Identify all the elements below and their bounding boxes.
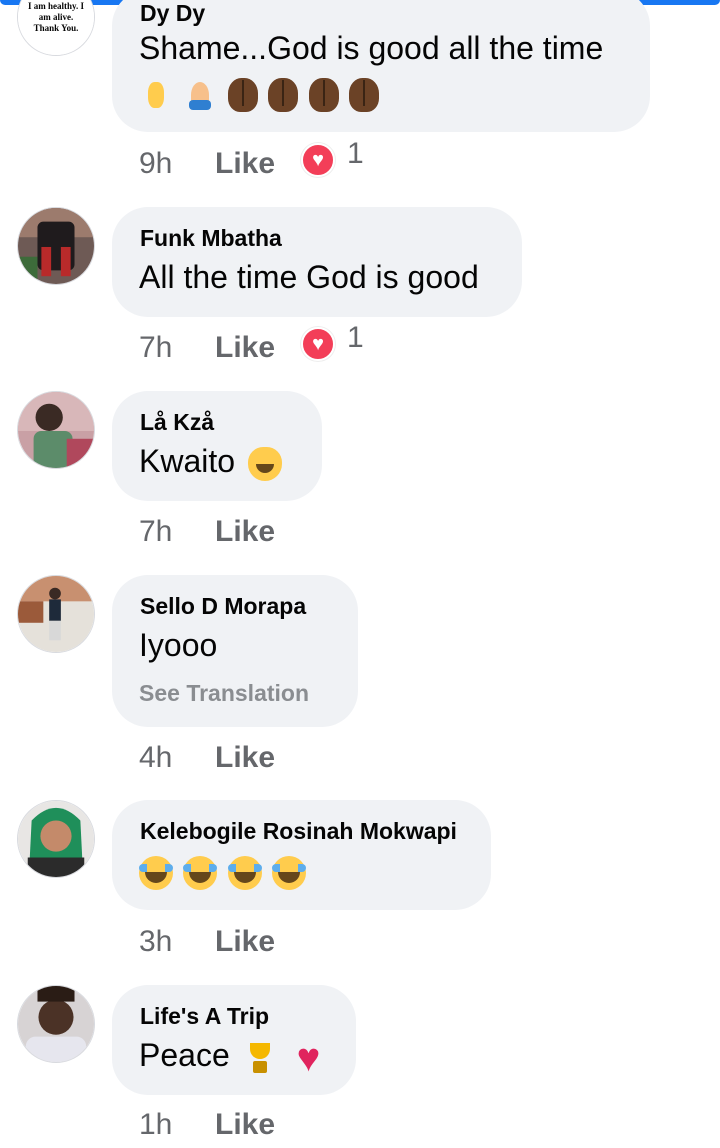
like-button[interactable]: Like xyxy=(215,331,275,365)
comment-time[interactable]: 7h xyxy=(139,331,172,365)
comment-bubble[interactable]: Dy Dy Shame...God is good all the time xyxy=(112,0,650,132)
comment-text: All the time God is good xyxy=(139,259,479,295)
clapping-hands-icon xyxy=(227,78,258,112)
comment-bubble[interactable]: Lå Kzå Kwaito xyxy=(112,391,322,501)
avatar-caption: I am healthy. I am alive. Thank You. xyxy=(27,1,84,33)
folded-hands-icon xyxy=(183,78,217,112)
avatar-image xyxy=(18,392,94,468)
like-button[interactable]: Like xyxy=(215,1108,275,1142)
comment-author[interactable]: Lå Kzå xyxy=(140,409,214,436)
comment-author[interactable]: Life's A Trip xyxy=(140,1003,269,1030)
avatar[interactable] xyxy=(17,575,95,653)
like-button[interactable]: Like xyxy=(215,515,275,549)
loudly-crying-icon xyxy=(272,856,307,890)
reaction-count: 1 xyxy=(347,137,364,170)
see-translation-link[interactable]: See Translation xyxy=(139,680,309,707)
avatar-image xyxy=(18,208,94,284)
avatar-image xyxy=(18,986,94,1062)
comment-bubble[interactable]: Sello D Morapa Iyooo See Translation xyxy=(112,575,358,727)
avatar-image xyxy=(18,801,94,877)
comment-author[interactable]: Dy Dy xyxy=(140,0,205,27)
avatar[interactable] xyxy=(17,985,95,1063)
cat-tears-of-joy-icon xyxy=(247,446,282,481)
comment-time[interactable]: 7h xyxy=(139,515,172,549)
avatar[interactable] xyxy=(17,207,95,285)
tears-of-joy-icon xyxy=(227,856,262,890)
comment-bubble[interactable]: Funk Mbatha All the time God is good xyxy=(112,207,522,317)
comment-time[interactable]: 1h xyxy=(139,1108,172,1142)
like-button[interactable]: Like xyxy=(215,147,275,181)
red-heart-icon: ♥ xyxy=(296,1035,321,1080)
love-icon xyxy=(301,327,335,361)
comment-text: Shame...God is good all the time xyxy=(139,30,604,66)
comment-bubble[interactable]: Kelebogile Rosinah Mokwapi xyxy=(112,800,491,910)
avatar[interactable] xyxy=(17,391,95,469)
comment-time[interactable]: 9h xyxy=(139,147,172,181)
comment-text: Peace ♥ xyxy=(139,1035,332,1080)
comment-bubble[interactable]: Life's A Trip Peace ♥ xyxy=(112,985,356,1095)
clapping-hands-icon xyxy=(308,78,339,112)
comment-text-content: Kwaito xyxy=(139,443,236,479)
clapping-hands-icon xyxy=(268,78,299,112)
comment-time[interactable]: 3h xyxy=(139,925,172,959)
love-icon xyxy=(301,143,335,177)
tears-of-joy-icon xyxy=(139,856,173,890)
trophy-icon xyxy=(243,1041,277,1075)
comment-author[interactable]: Sello D Morapa xyxy=(140,593,306,620)
like-button[interactable]: Like xyxy=(215,741,275,775)
avatar[interactable] xyxy=(17,800,95,878)
clapping-hands-icon xyxy=(349,78,380,112)
comment-text: Iyooo xyxy=(139,627,218,663)
comment-emoji-row xyxy=(139,78,385,112)
comment-author[interactable]: Funk Mbatha xyxy=(140,225,282,252)
tears-of-joy-icon xyxy=(183,856,218,890)
comment-emoji-row xyxy=(139,856,312,890)
crossed-fingers-icon xyxy=(139,78,173,112)
like-button[interactable]: Like xyxy=(215,925,275,959)
comment-text-content: Peace xyxy=(139,1037,230,1073)
avatar-image xyxy=(18,576,94,652)
avatar[interactable]: I am healthy. I am alive. Thank You. xyxy=(17,0,95,56)
reaction-count: 1 xyxy=(347,321,364,354)
comment-author[interactable]: Kelebogile Rosinah Mokwapi xyxy=(140,818,457,845)
comment-time[interactable]: 4h xyxy=(139,741,172,775)
comment-text: Kwaito xyxy=(139,443,288,481)
